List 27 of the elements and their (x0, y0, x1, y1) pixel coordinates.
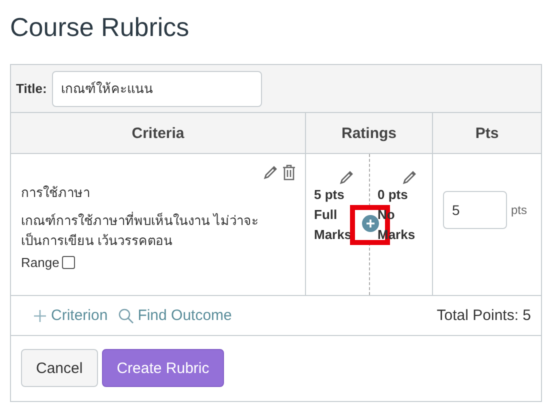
criterion-name: การใช้ภาษา (21, 184, 91, 202)
cancel-button[interactable]: Cancel (21, 349, 98, 387)
add-criterion-link[interactable]: Criterion (33, 307, 108, 324)
total-points: Total Points: 5 (436, 307, 531, 324)
pencil-icon[interactable] (402, 169, 418, 185)
find-outcome-link[interactable]: Find Outcome (118, 307, 232, 324)
points-field[interactable]: 5 (443, 190, 507, 228)
pencil-icon[interactable] (263, 164, 279, 180)
page-title: Course Rubrics (10, 11, 190, 44)
rating-description: Full Marks (314, 206, 353, 244)
trash-icon[interactable] (281, 164, 297, 181)
title-label: Title: (16, 81, 47, 96)
create-rubric-button[interactable]: Create Rubric (102, 349, 224, 387)
column-header: Ratings (305, 113, 432, 153)
pencil-icon[interactable] (338, 169, 354, 185)
range-checkbox[interactable] (62, 256, 76, 269)
range-label: Range (21, 255, 60, 270)
points-unit: pts (511, 202, 528, 216)
column-header: Criteria (130, 124, 186, 144)
title-field[interactable]: เกณฑ์ให้คะแนน (52, 70, 262, 106)
rating-points: 5 pts (314, 186, 346, 204)
criterion-description: เกณฑ์การใช้ภาษาที่พบเห็นในงาน ไม่ว่าจะเป็นการเขียน เว้นวรรคตอน (21, 211, 260, 250)
add-icon[interactable] (362, 215, 378, 232)
column-header: Pts (432, 113, 541, 153)
search-icon (118, 308, 134, 324)
plus-icon (33, 308, 47, 322)
rating-points: 0 pts (378, 186, 409, 204)
